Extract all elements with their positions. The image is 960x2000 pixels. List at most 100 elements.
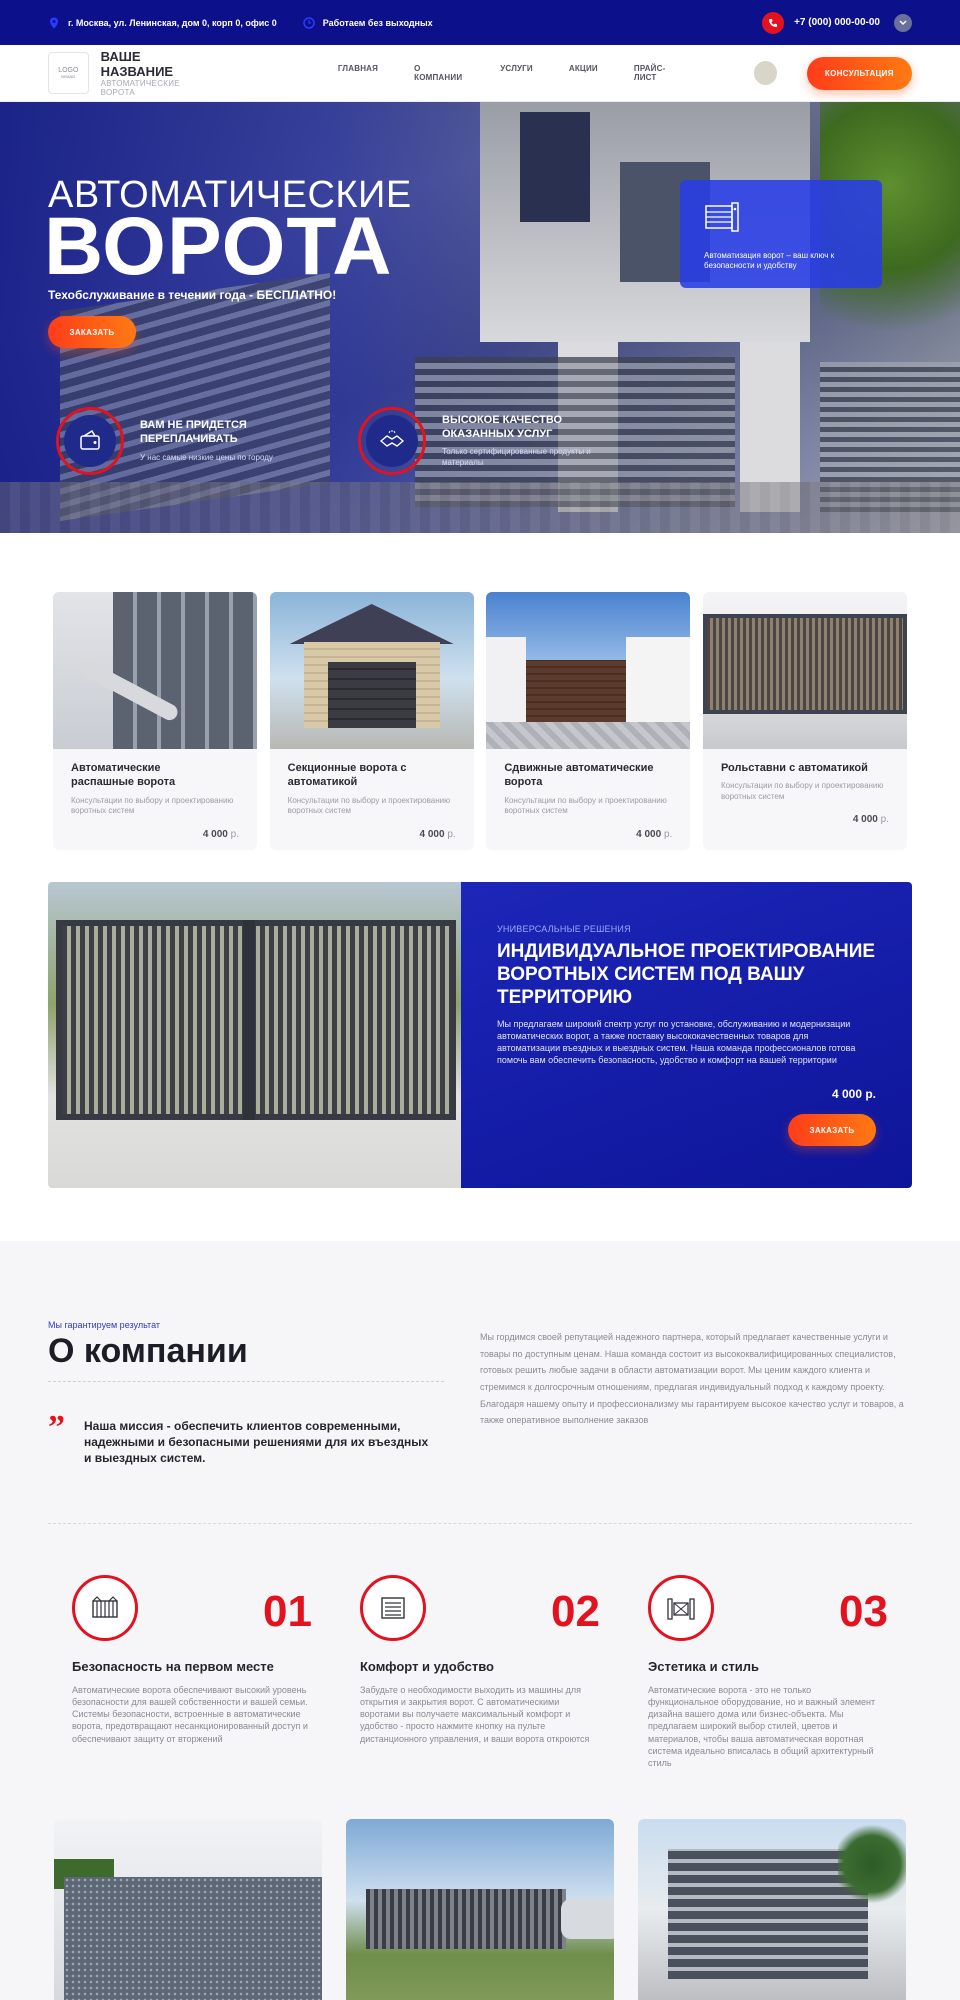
handshake-icon — [379, 430, 405, 447]
price-currency: р. — [880, 814, 889, 825]
gate-icon — [72, 1575, 138, 1641]
avatar[interactable] — [753, 61, 777, 85]
feature-low-price: ВАМ НЕ ПРИДЕТСЯ ПЕРЕПЛАЧИВАТЬ У нас самы… — [56, 407, 320, 475]
advantage-number: 01 — [263, 1587, 312, 1636]
hero-card-text: Автоматизация ворот – ваш ключ к безопас… — [704, 251, 835, 271]
top-bar: г. Москва, ул. Ленинская, дом 0, корп 0,… — [0, 0, 960, 45]
custom-design-banner: УНИВЕРСАЛЬНЫЕ РЕШЕНИЯ ИНДИВИДУАЛЬНОЕ ПРО… — [48, 882, 912, 1188]
banner-eyebrow: УНИВЕРСАЛЬНЫЕ РЕШЕНИЯ — [497, 924, 631, 934]
hero-title-line2: ВОРОТА — [44, 201, 393, 292]
banner-title: ИНДИВИДУАЛЬНОЕ ПРОЕКТИРОВАНИЕ ВОРОТНЫХ С… — [497, 941, 876, 1009]
advantage-title: Безопасность на первом месте — [72, 1659, 274, 1674]
nav-item-price-list[interactable]: ПРАЙС-ЛИСТ — [634, 64, 682, 82]
price-value: 4 000 — [419, 829, 445, 840]
clock-icon — [303, 16, 315, 29]
feature-quality: ВЫСОКОЕ КАЧЕСТВО ОКАЗАННЫХ УСЛУГ Только … — [358, 407, 622, 475]
price-currency: р. — [447, 829, 456, 840]
swing-gate-icon — [648, 1575, 714, 1641]
nav-item-promotions[interactable]: АКЦИИ — [569, 64, 598, 82]
phone-number-link[interactable]: +7 (000) 000-00-00 — [794, 17, 880, 28]
product-image — [53, 592, 257, 749]
advantage-item: 01 Безопасность на первом месте Автомати… — [72, 1575, 312, 1745]
product-title: Секционные ворота с автоматикой — [287, 762, 407, 789]
nav-item-home[interactable]: ГЛАВНАЯ — [338, 64, 378, 82]
feature-title: ВАМ НЕ ПРИДЕТСЯ ПЕРЕПЛАЧИВАТЬ — [140, 419, 247, 445]
logo[interactable]: LOGO BRAND — [48, 52, 89, 94]
product-title: Рольставни с автоматикой — [720, 762, 868, 774]
location-pin-icon — [50, 17, 58, 28]
hours-text: Работаем без выходных — [322, 17, 433, 28]
advantage-desc: Автоматические ворота обеспечивают высок… — [72, 1685, 308, 1744]
product-desc: Консультации по выбору и проектированию … — [504, 795, 667, 815]
product-card[interactable]: Автоматические распашные ворота Консульт… — [53, 592, 257, 850]
address-block: г. Москва, ул. Ленинская, дом 0, корп 0,… — [48, 17, 277, 29]
product-image — [702, 592, 907, 749]
feature-desc: Только сертифицированные продукты и мате… — [442, 447, 591, 467]
about-title-divider — [48, 1381, 444, 1382]
product-desc: Консультации по выбору и проектированию … — [71, 795, 234, 815]
brand: ВАШЕ НАЗВАНИЕ АВТОМАТИЧЕСКИЕ ВОРОТА — [101, 49, 213, 97]
address-text: г. Москва, ул. Ленинская, дом 0, корп 0,… — [68, 17, 277, 28]
gallery-image[interactable] — [346, 1819, 614, 2000]
product-image — [269, 592, 474, 749]
product-desc: Консультации по выбору и проектированию … — [720, 781, 884, 801]
section-divider — [48, 1523, 912, 1524]
banner-content: УНИВЕРСАЛЬНЫЕ РЕШЕНИЯ ИНДИВИДУАЛЬНОЕ ПРО… — [461, 882, 912, 1188]
gallery-image[interactable] — [54, 1819, 322, 2000]
gallery — [54, 1819, 906, 2000]
product-price: 4 000 р. — [853, 814, 889, 825]
banner-image — [48, 882, 461, 1188]
chevron-down-icon[interactable] — [894, 13, 912, 32]
hours-block: Работаем без выходных — [303, 16, 433, 29]
phone-icon[interactable] — [762, 11, 785, 34]
advantage-item: 03 Эстетика и стиль Автоматические ворот… — [648, 1575, 888, 1769]
banner-desc: Мы предлагаем широкий спектр услуг по ус… — [497, 1018, 856, 1065]
price-currency: р. — [230, 829, 239, 840]
hero-info-card: Автоматизация ворот – ваш ключ к безопас… — [680, 180, 882, 288]
banner-price: 4 000 р. — [831, 1087, 876, 1101]
advantage-title: Комфорт и удобство — [360, 1659, 494, 1674]
product-card[interactable]: Секционные ворота с автоматикой Консульт… — [269, 592, 474, 850]
price-value: 4 000 — [636, 829, 662, 840]
about-section: Мы гарантируем результат О компании ” На… — [0, 1241, 960, 2000]
feature-title: ВЫСОКОЕ КАЧЕСТВО ОКАЗАННЫХ УСЛУГ — [442, 413, 563, 440]
logo-subtext: BRAND — [61, 73, 76, 79]
product-price: 4 000 р. — [420, 829, 456, 840]
hero-order-button[interactable]: ЗАКАЗАТЬ — [48, 316, 136, 348]
advantage-item: 02 Комфорт и удобство Забудьте о необход… — [360, 1575, 600, 1745]
advantage-desc: Автоматические ворота - это не только фу… — [648, 1685, 876, 1768]
about-eyebrow: Мы гарантируем результат — [48, 1320, 161, 1330]
nav-item-about[interactable]: О КОМПАНИИ — [414, 64, 464, 82]
main-nav: ГЛАВНАЯ О КОМПАНИИ УСЛУГИ АКЦИИ ПРАЙС-ЛИ… — [338, 64, 718, 82]
product-desc: Консультации по выбору и проектированию … — [287, 795, 451, 815]
product-cards: Автоматические распашные ворота Консульт… — [53, 592, 907, 850]
advantage-desc: Забудьте о необходимости выходить из маш… — [360, 1685, 590, 1744]
quote-icon: ” — [48, 1409, 65, 1446]
site-header: LOGO BRAND ВАШЕ НАЗВАНИЕ АВТОМАТИЧЕСКИЕ … — [0, 45, 960, 102]
product-title: Сдвижные автоматические ворота — [504, 762, 654, 789]
product-title: Автоматические распашные ворота — [71, 762, 176, 789]
about-paragraph: Мы гордимся своей репутацией надежного п… — [480, 1332, 904, 1426]
nav-item-services[interactable]: УСЛУГИ — [500, 64, 533, 82]
mission-statement: Наша миссия - обеспечить клиентов соврем… — [84, 1419, 429, 1466]
gallery-image[interactable] — [638, 1819, 906, 2000]
product-card[interactable]: Рольставни с автоматикой Консультации по… — [702, 592, 907, 850]
hero-background-ground — [0, 482, 960, 533]
product-price: 4 000 р. — [203, 829, 239, 840]
price-value: 4 000 — [202, 829, 228, 840]
price-currency: р. — [663, 829, 673, 840]
banner-order-button[interactable]: ЗАКАЗАТЬ — [788, 1114, 876, 1146]
feature-ring — [358, 407, 426, 475]
gate-automation-icon — [705, 202, 739, 232]
hero-section: АВТОМАТИЧЕСКИЕ ВОРОТА Техобслуживание в … — [0, 102, 960, 533]
product-price: 4 000 р. — [636, 829, 672, 840]
advantage-number: 03 — [839, 1587, 888, 1636]
product-card[interactable]: Сдвижные автоматические ворота Консульта… — [486, 592, 691, 850]
garage-door-icon — [360, 1575, 426, 1641]
product-image — [486, 592, 691, 749]
brand-name: ВАШЕ НАЗВАНИЕ — [100, 49, 174, 79]
feature-ring — [56, 407, 124, 475]
consultation-button[interactable]: КОНСУЛЬТАЦИЯ — [806, 56, 912, 90]
price-value: 4 000 — [852, 814, 878, 825]
advantage-title: Эстетика и стиль — [648, 1659, 760, 1674]
